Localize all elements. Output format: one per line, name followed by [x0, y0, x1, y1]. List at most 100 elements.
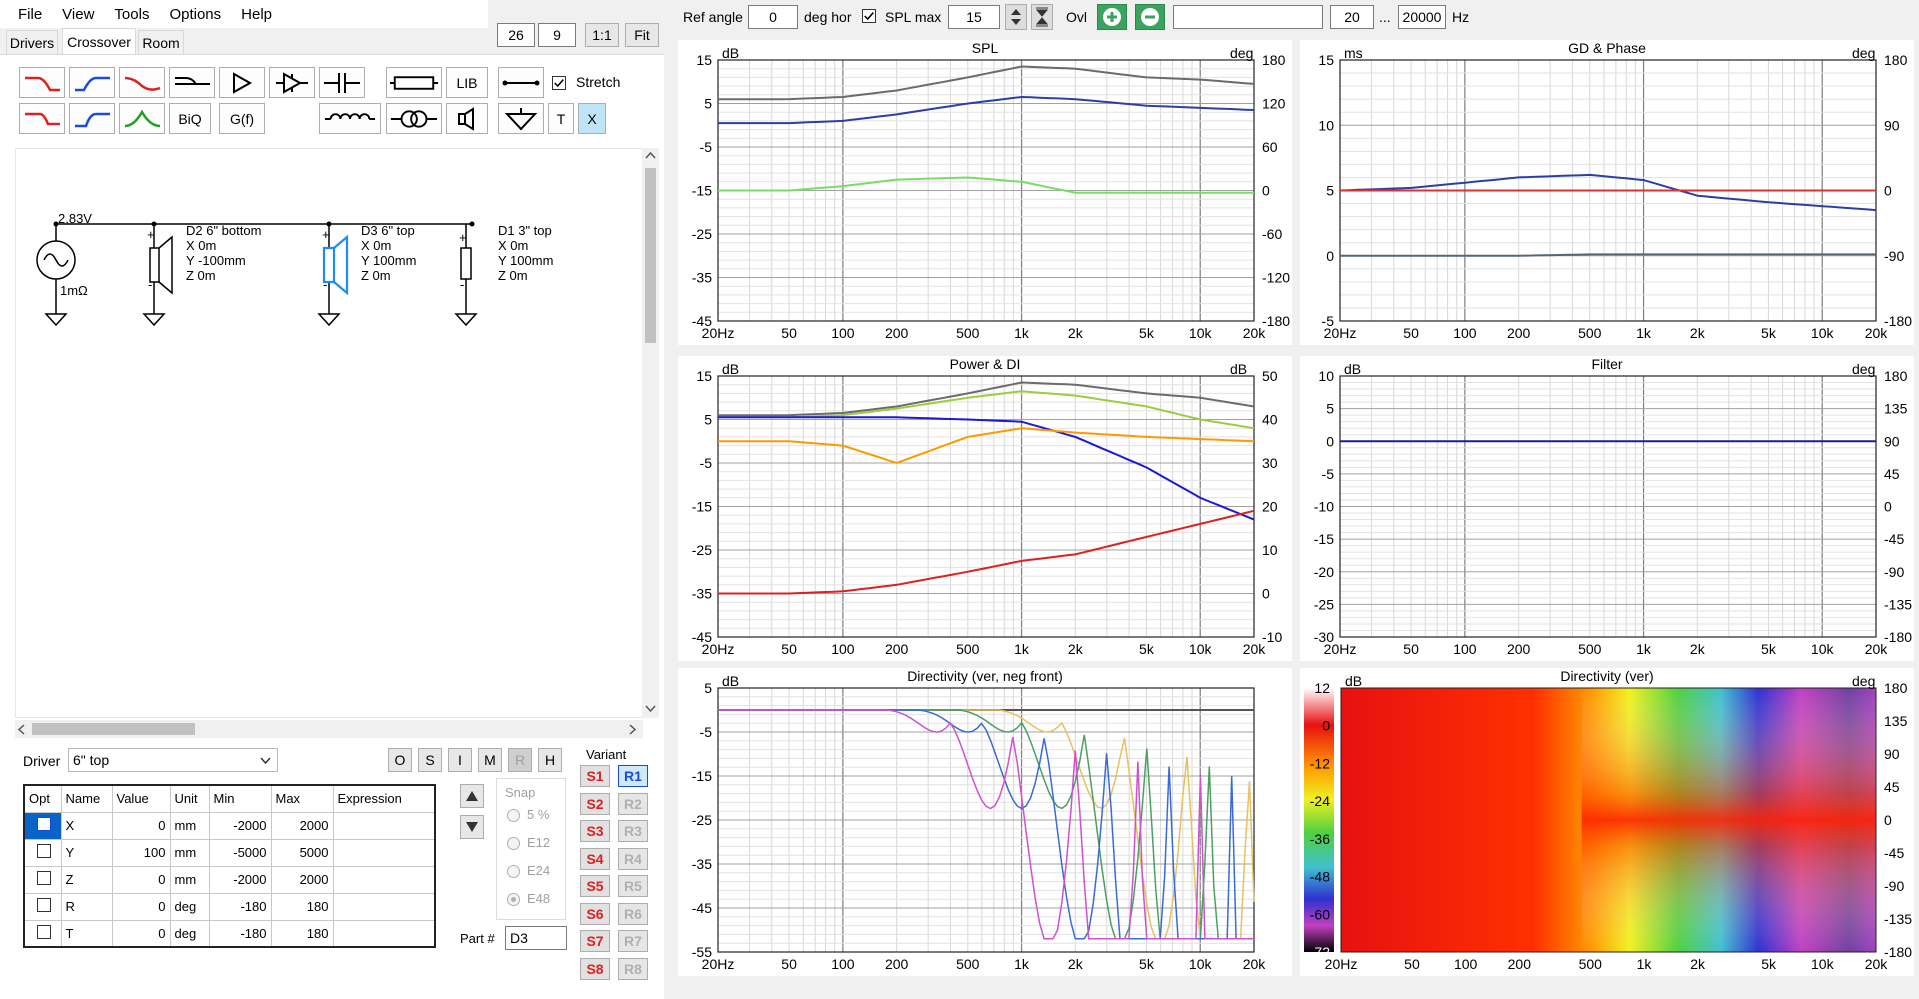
driver-d3-label[interactable]: D3 6" top X 0m Y 100mm Z 0m	[361, 223, 416, 283]
variant-s1-button[interactable]: S1	[580, 765, 610, 787]
shelf-tool[interactable]	[169, 67, 215, 98]
overlay-name-input[interactable]	[1173, 5, 1323, 29]
chevron-up-icon[interactable]	[645, 150, 656, 160]
expression-cell[interactable]	[332, 919, 436, 948]
graph-panel-1[interactable]: 15 5 -5 -15 -25 -35 -45 180 120 60 0 -60 -120 -180 20H…	[678, 40, 1292, 345]
variant-r4-button[interactable]: R4	[618, 847, 648, 870]
expression-cell[interactable]	[332, 811, 436, 840]
variant-s8-button[interactable]: S8	[580, 957, 610, 980]
ground-tool[interactable]	[498, 103, 544, 134]
table-row[interactable]: X 0 mm -2000 2000	[23, 811, 436, 840]
variant-r6-button[interactable]: R6	[618, 902, 648, 925]
min-cell[interactable]: -180	[208, 892, 272, 921]
max-cell[interactable]: 180	[270, 892, 334, 921]
spl-minmax-button[interactable]	[1031, 4, 1053, 30]
spl-max-checkbox[interactable]	[862, 9, 876, 23]
opt-cell[interactable]	[23, 811, 62, 840]
field-b[interactable]: 9	[538, 23, 576, 47]
transfer-function-tool[interactable]: G(f)	[219, 103, 265, 134]
spl-max-input[interactable]: 15	[948, 5, 1000, 29]
menu-file[interactable]: File	[10, 6, 54, 23]
driver-o-button[interactable]: O	[388, 748, 412, 772]
freq-min-input[interactable]: 20	[1330, 5, 1374, 29]
snap-5pct-radio[interactable]	[507, 809, 520, 822]
lowpass-red-tool[interactable]	[19, 67, 65, 98]
driver-i-button[interactable]: I	[448, 748, 472, 772]
menu-help[interactable]: Help	[233, 6, 284, 23]
variant-s2-button[interactable]: S2	[580, 792, 610, 815]
snap-e48-radio[interactable]	[507, 893, 520, 906]
schematic-vertical-scrollbar[interactable]	[642, 148, 659, 718]
part-number-input[interactable]: D3	[505, 926, 567, 950]
opt-cell[interactable]	[23, 892, 62, 921]
table-row[interactable]: R 0 deg -180 180	[23, 892, 436, 921]
move-up-button[interactable]	[460, 784, 484, 808]
min-cell[interactable]: -2000	[208, 811, 272, 840]
variant-r3-button[interactable]: R3	[618, 820, 648, 842]
chevron-down-icon[interactable]	[645, 704, 656, 714]
variant-s3-button[interactable]: S3	[580, 820, 610, 842]
notch-red-tool[interactable]	[119, 67, 165, 98]
expression-cell[interactable]	[332, 865, 436, 894]
max-cell[interactable]: 2000	[270, 865, 334, 894]
move-down-button[interactable]	[460, 815, 484, 839]
highpass-blue-tool[interactable]	[69, 67, 115, 98]
driver-h-button[interactable]: H	[538, 748, 562, 772]
zoom-1to1-button[interactable]: 1:1	[585, 23, 619, 47]
amplifier-tool[interactable]	[219, 67, 265, 98]
optimize-checkbox[interactable]	[37, 924, 51, 939]
min-cell[interactable]: -180	[208, 919, 272, 948]
variant-s4-button[interactable]: S4	[580, 847, 610, 870]
max-cell[interactable]: 2000	[270, 811, 334, 840]
max-cell[interactable]: 5000	[270, 838, 334, 867]
chevron-left-icon[interactable]	[17, 724, 27, 735]
table-row[interactable]: Z 0 mm -2000 2000	[23, 865, 436, 894]
stretch-checkbox[interactable]	[552, 76, 566, 90]
field-a[interactable]: 26	[497, 23, 535, 47]
tab-drivers[interactable]: Drivers	[6, 30, 58, 54]
expression-cell[interactable]	[332, 838, 436, 867]
graph-panel-5[interactable]: 5 -5 -15 -25 -35 -45 -55 20Hz 50 100 200 500 1k 2k 5k 1…	[678, 668, 1292, 976]
capacitor-tool[interactable]	[319, 67, 365, 98]
min-cell[interactable]: -5000	[208, 838, 272, 867]
value-cell[interactable]: 0	[111, 919, 171, 948]
spl-stepper[interactable]	[1005, 4, 1027, 30]
value-cell[interactable]: 0	[111, 811, 171, 840]
variant-s7-button[interactable]: S7	[580, 930, 610, 952]
graph-panel-4[interactable]: 10 5 0 -5 -10 -15 -20 -25 -30 180 135 90 45 0 -45 -90 -1…	[1300, 356, 1914, 661]
optimize-checkbox[interactable]	[37, 898, 51, 912]
opt-cell[interactable]	[23, 865, 62, 894]
buffer-tool[interactable]	[269, 67, 315, 98]
optimize-checkbox[interactable]	[37, 844, 51, 858]
variant-r8-button[interactable]: R8	[618, 957, 648, 980]
bandpass-green-tool[interactable]	[119, 103, 165, 134]
scroll-thumb[interactable]	[32, 723, 195, 735]
min-cell[interactable]: -2000	[208, 865, 272, 894]
transformer-tool[interactable]	[386, 103, 442, 134]
value-cell[interactable]: 0	[111, 892, 171, 921]
variant-r2-button[interactable]: R2	[618, 792, 648, 815]
value-cell[interactable]: 0	[111, 865, 171, 894]
variant-r7-button[interactable]: R7	[618, 930, 648, 952]
freq-max-input[interactable]: 20000	[1398, 5, 1446, 29]
value-cell[interactable]: 100	[111, 838, 171, 867]
opt-cell[interactable]	[23, 919, 62, 948]
delete-tool[interactable]: X	[578, 103, 606, 134]
driver-m-button[interactable]: M	[478, 748, 502, 772]
variant-r5-button[interactable]: R5	[618, 875, 648, 897]
wire-tool[interactable]	[498, 67, 544, 98]
opt-cell[interactable]	[23, 838, 62, 867]
tab-crossover[interactable]: Crossover	[62, 28, 136, 55]
speaker-tool[interactable]	[446, 103, 488, 134]
schematic-horizontal-scrollbar[interactable]	[15, 720, 643, 738]
table-row[interactable]: Y 100 mm -5000 5000	[23, 838, 436, 867]
graph-panel-6[interactable]: 12 0 -12 -24 -36 -48 -60 -72 180 135 90 45 0 -45 -90 -1…	[1300, 668, 1914, 976]
table-row[interactable]: T 0 deg -180 180	[23, 919, 436, 948]
fit-button[interactable]: Fit	[625, 23, 659, 47]
menu-view[interactable]: View	[54, 6, 106, 23]
biquad-tool[interactable]: BiQ	[169, 103, 211, 134]
ref-angle-input[interactable]: 0	[748, 5, 798, 29]
expression-cell[interactable]	[332, 892, 436, 921]
driver-s-button[interactable]: S	[418, 748, 442, 772]
optimize-checkbox[interactable]	[37, 871, 51, 885]
